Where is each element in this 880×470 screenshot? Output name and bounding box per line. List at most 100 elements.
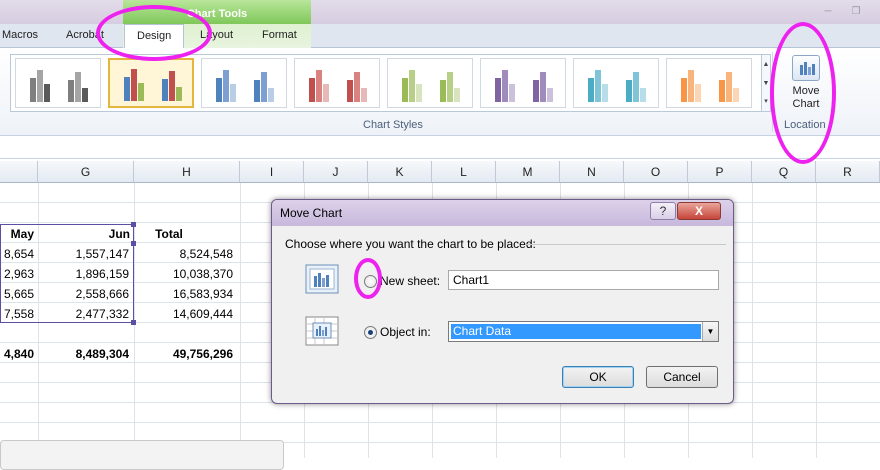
help-button[interactable]: ?	[650, 202, 676, 220]
style-preview-bar	[633, 72, 639, 102]
column-header-i[interactable]: I	[240, 161, 304, 183]
style-preview-bar	[502, 70, 508, 102]
style-preview-bar	[626, 80, 632, 102]
column-header-j[interactable]: J	[304, 161, 368, 183]
style-preview-bar	[131, 69, 137, 101]
close-button[interactable]: X	[677, 202, 721, 220]
formula-bar[interactable]	[0, 137, 880, 159]
chart-data-range	[0, 224, 134, 323]
chart-style-thumbnail[interactable]	[108, 58, 194, 108]
style-preview-bar	[595, 70, 601, 102]
ok-button[interactable]: OK	[562, 366, 634, 388]
style-preview-bar	[37, 70, 43, 102]
style-preview-bar	[316, 70, 322, 102]
style-preview-bar	[509, 84, 515, 102]
chart-style-thumbnail[interactable]	[480, 58, 566, 108]
style-preview-bar	[602, 84, 608, 102]
style-preview-bar	[82, 88, 88, 102]
style-preview-bar	[447, 72, 453, 102]
cell-total[interactable]: 10,038,370	[134, 264, 233, 284]
style-preview-bar	[75, 72, 81, 102]
style-preview-bar	[254, 80, 260, 102]
scroll-up-icon[interactable]: ▲	[762, 55, 770, 74]
style-preview-bar	[323, 84, 329, 102]
style-preview-bar	[402, 78, 408, 102]
column-header-o[interactable]: O	[624, 161, 688, 183]
object-in-label[interactable]: Object in:	[380, 325, 431, 339]
style-preview-bar	[588, 78, 594, 102]
style-preview-bar	[681, 78, 687, 102]
style-preview-bar	[30, 78, 36, 102]
style-preview-bar	[230, 84, 236, 102]
chevron-down-icon[interactable]: ▼	[702, 322, 718, 341]
total-jun[interactable]: 8,489,304	[38, 344, 129, 364]
style-preview-bar	[416, 84, 422, 102]
style-preview-bar	[440, 80, 446, 102]
style-preview-bar	[540, 72, 546, 102]
style-preview-bar	[169, 71, 175, 101]
style-preview-bar	[268, 88, 274, 102]
column-header-f[interactable]	[0, 161, 38, 183]
range-handle[interactable]	[131, 222, 136, 227]
style-preview-bar	[533, 80, 539, 102]
grid-line	[752, 183, 753, 458]
chart-style-thumbnail[interactable]	[573, 58, 659, 108]
column-header-k[interactable]: K	[368, 161, 432, 183]
annotation-circle-design	[96, 5, 212, 61]
style-preview-bar	[176, 87, 182, 101]
style-preview-bar	[309, 78, 315, 102]
embedded-chart[interactable]	[0, 440, 284, 470]
chart-styles-gallery[interactable]	[10, 54, 762, 112]
total-may[interactable]: 4,840	[0, 344, 34, 364]
column-header-p[interactable]: P	[688, 161, 752, 183]
new-sheet-chart-icon	[304, 263, 340, 295]
column-header-n[interactable]: N	[560, 161, 624, 183]
style-preview-bar	[44, 84, 50, 102]
style-preview-bar	[454, 88, 460, 102]
chart-styles-group-label: Chart Styles	[363, 119, 423, 131]
restore-icon[interactable]: ❐	[848, 6, 864, 18]
style-preview-bar	[409, 70, 415, 102]
column-header-h[interactable]: H	[134, 161, 240, 183]
column-header-q[interactable]: Q	[752, 161, 816, 183]
cell-total[interactable]: 14,609,444	[134, 304, 233, 324]
cancel-button[interactable]: Cancel	[646, 366, 718, 388]
range-handle[interactable]	[131, 241, 136, 246]
column-header-g[interactable]: G	[38, 161, 134, 183]
new-sheet-name-input[interactable]: Chart1	[448, 270, 719, 290]
header-total[interactable]: Total	[134, 224, 204, 244]
column-header-r[interactable]: R	[816, 161, 880, 183]
style-preview-bar	[695, 84, 701, 102]
column-header-m[interactable]: M	[496, 161, 560, 183]
style-preview-bar	[162, 79, 168, 101]
move-chart-dialog: Move Chart ? X Choose where you want the…	[271, 199, 734, 404]
object-in-selected-value: Chart Data	[451, 324, 701, 339]
cell-total[interactable]: 16,583,934	[134, 284, 233, 304]
style-preview-bar	[216, 78, 222, 102]
grid-line	[240, 183, 241, 458]
object-in-sheet-icon	[304, 315, 340, 347]
total-total[interactable]: 49,756,296	[134, 344, 233, 364]
gallery-more-icon[interactable]: ▾	[762, 93, 770, 111]
minimize-icon[interactable]: ─	[820, 6, 836, 18]
chart-style-thumbnail[interactable]	[387, 58, 473, 108]
column-header-l[interactable]: L	[432, 161, 496, 183]
object-in-select[interactable]: Chart Data ▼	[448, 321, 719, 342]
annotation-circle-new-sheet	[354, 258, 382, 299]
cell-total[interactable]: 8,524,548	[134, 244, 233, 264]
chart-style-thumbnail[interactable]	[294, 58, 380, 108]
divider	[526, 244, 726, 245]
style-preview-bar	[354, 72, 360, 102]
chart-style-thumbnail[interactable]	[201, 58, 287, 108]
scroll-down-icon[interactable]: ▼	[762, 74, 770, 93]
chart-style-thumbnail[interactable]	[15, 58, 101, 108]
style-preview-bar	[719, 80, 725, 102]
tab-format[interactable]: Format	[262, 29, 297, 41]
style-preview-bar	[495, 78, 501, 102]
tab-macros[interactable]: Macros	[2, 29, 38, 41]
style-preview-bar	[261, 72, 267, 102]
new-sheet-label[interactable]: New sheet:	[380, 274, 440, 288]
object-in-radio[interactable]	[364, 326, 377, 339]
chart-style-thumbnail[interactable]	[666, 58, 752, 108]
range-handle[interactable]	[131, 320, 136, 325]
